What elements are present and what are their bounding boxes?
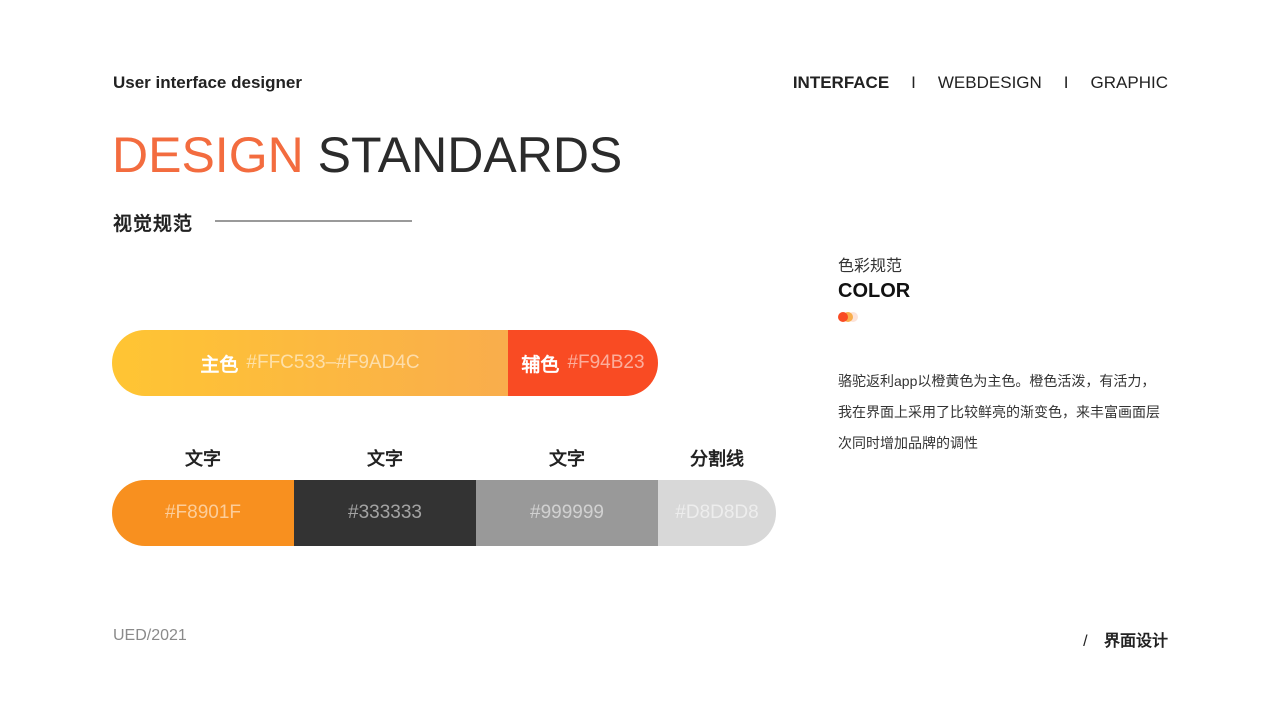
- nav-item-webdesign[interactable]: WEBDESIGN: [938, 73, 1042, 93]
- page-title-main: STANDARDS: [317, 127, 623, 183]
- secondary-color-label: 辅色: [521, 354, 560, 376]
- nav-separator: I: [911, 73, 916, 92]
- top-nav: INTERFACE I WEBDESIGN I GRAPHIC: [793, 73, 1168, 93]
- color-spec-heading-cn: 色彩规范: [838, 258, 903, 275]
- section-heading: 视觉规范: [113, 214, 194, 235]
- footer-section: / 界面设计: [1083, 627, 1168, 651]
- section-divider: [215, 220, 412, 222]
- secondary-color-hex: #F94B23: [567, 352, 645, 373]
- color-swatch-light-gray: #D8D8D8: [658, 480, 776, 546]
- designer-subtitle: User interface designer: [113, 73, 302, 92]
- swatch-hex: #F8901F: [164, 502, 242, 523]
- text-color-label: 文字: [367, 449, 403, 469]
- swatch-hex: #D8D8D8: [675, 502, 759, 523]
- footer-section-label: 界面设计: [1103, 633, 1168, 650]
- divider-color-label: 分割线: [690, 449, 744, 469]
- text-color-label: 文字: [185, 449, 221, 469]
- swatch-hex: #333333: [348, 502, 422, 523]
- secondary-color-swatch: 辅色 #F94B23: [508, 330, 658, 396]
- page-title: DESIGN STANDARDS: [112, 128, 622, 182]
- brand-color-bar: 主色 #FFC533–#F9AD4C 辅色 #F94B23: [112, 330, 658, 396]
- swatch-hex: #999999: [530, 502, 604, 523]
- color-spec-heading-en: COLOR: [838, 280, 911, 302]
- page-title-accent: DESIGN: [112, 127, 304, 183]
- color-swatch-dark: #333333: [294, 480, 476, 546]
- main-color-label: 主色: [200, 354, 239, 376]
- nav-item-graphic[interactable]: GRAPHIC: [1091, 73, 1168, 93]
- text-color-bar: #F8901F #333333 #999999 #D8D8D8: [112, 480, 776, 546]
- nav-separator: I: [1063, 73, 1069, 92]
- color-description: 骆驼返利app以橙黄色为主色。橙色活泼，有活力，我在界面上采用了比较鲜亮的渐变色…: [838, 373, 1160, 451]
- color-dots-icon: [838, 312, 868, 324]
- main-color-swatch: 主色 #FFC533–#F9AD4C: [112, 330, 508, 396]
- main-color-hex: #FFC533–#F9AD4C: [246, 352, 420, 373]
- color-swatch-orange: #F8901F: [112, 480, 294, 546]
- color-dot: [838, 312, 848, 322]
- footer-slash: /: [1083, 633, 1088, 650]
- footer-year: UED/2021: [113, 627, 187, 644]
- nav-item-interface[interactable]: INTERFACE: [793, 73, 889, 93]
- color-swatch-gray: #999999: [476, 480, 658, 546]
